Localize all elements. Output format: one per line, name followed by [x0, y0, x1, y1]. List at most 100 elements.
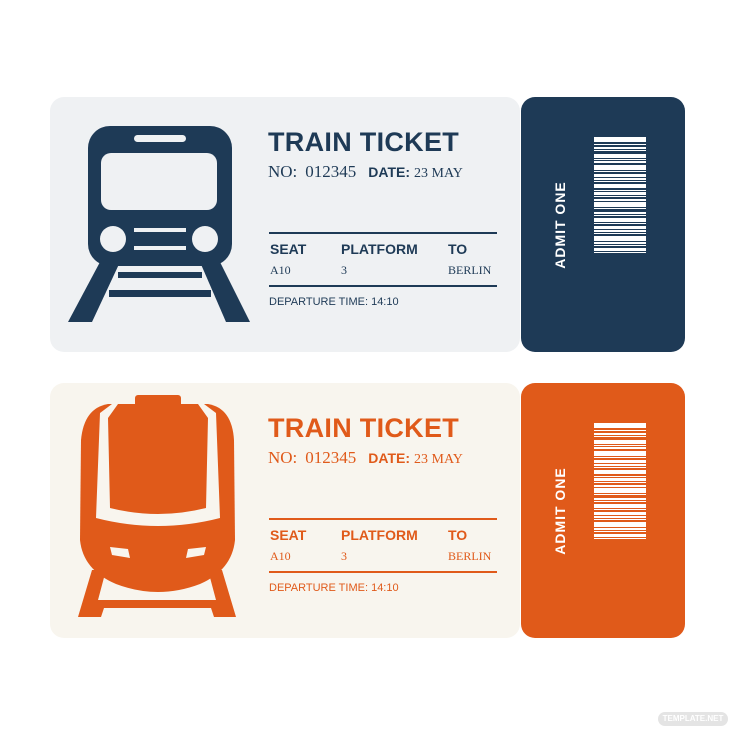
seat-value: A10: [270, 549, 291, 563]
barcode-icon: [594, 137, 646, 311]
barcode-bar: [594, 498, 646, 500]
barcode-bar: [594, 223, 646, 224]
ticket-1: TRAIN TICKET NO: 012345 DATE: 23 MAY SEAT P…: [50, 97, 520, 352]
barcode-bar: [594, 464, 646, 466]
barcode-bar: [594, 226, 646, 229]
to-header: TO: [448, 527, 468, 543]
barcode-bar: [594, 181, 646, 182]
barcode-bar: [594, 512, 646, 515]
barcode-bar: [594, 245, 646, 246]
barcode-bar: [594, 482, 646, 483]
barcode-bar: [594, 192, 646, 195]
barcode-bar: [594, 478, 646, 481]
platform-value: 3: [341, 263, 347, 277]
barcode-bar: [594, 199, 646, 201]
departure-time: DEPARTURE TIME: 14:10: [269, 582, 399, 594]
seat-value: A10: [270, 263, 291, 277]
barcode-bar: [594, 174, 646, 177]
barcode-bar: [594, 212, 646, 214]
barcode-bar: [594, 202, 646, 207]
barcode-bar: [594, 485, 646, 487]
barcode-bar: [594, 150, 646, 151]
barcode-bar: [594, 531, 646, 532]
barcode-bar: [594, 423, 646, 428]
barcode-bar: [594, 494, 646, 495]
barcode-bar: [594, 476, 646, 477]
barcode-bar: [594, 538, 646, 539]
ticket-number: 012345: [305, 448, 357, 467]
ticket-2-stub: ADMIT ONE: [521, 383, 685, 638]
ticket-2: TRAIN TICKET NO: 012345 DATE: 23 MAY SEAT P…: [50, 383, 520, 638]
date-label: DATE:: [368, 164, 411, 180]
barcode-bar: [594, 519, 646, 520]
barcode-bar: [594, 215, 646, 216]
barcode-bar: [594, 501, 646, 502]
to-value: BERLIN: [448, 263, 492, 277]
date-value: 23 MAY: [414, 452, 463, 467]
barcode-bar: [594, 184, 646, 188]
barcode-bar: [594, 137, 646, 142]
ticket-title: TRAIN TICKET: [268, 127, 460, 157]
barcode-bar: [594, 252, 646, 253]
barcode-bar: [594, 161, 646, 163]
barcode-bar: [594, 534, 646, 537]
divider: [269, 518, 497, 520]
barcode-bar: [594, 467, 646, 468]
barcode-bar: [594, 470, 646, 474]
barcode-bar: [594, 178, 646, 180]
barcode-bar: [594, 208, 646, 209]
barcode-bar: [594, 190, 646, 191]
barcode-bar: [594, 488, 646, 493]
to-value: BERLIN: [448, 549, 492, 563]
barcode-bar: [594, 445, 646, 446]
barcode-bar: [594, 440, 646, 444]
barcode-bar: [594, 171, 646, 172]
watermark: TEMPLATE.NET: [658, 712, 728, 726]
barcode-bar: [594, 457, 646, 458]
barcode-bar: [594, 242, 646, 244]
barcode-bar: [594, 218, 646, 222]
divider: [269, 285, 497, 287]
barcode-bar: [594, 460, 646, 463]
barcode-bar: [594, 528, 646, 530]
to-header: TO: [448, 241, 468, 257]
barcode-bar: [594, 147, 646, 149]
admit-one-label: ADMIT ONE: [552, 181, 568, 269]
ticket-1-stub: ADMIT ONE: [521, 97, 685, 352]
barcode-bar: [594, 522, 646, 527]
number-label: NO:: [268, 448, 298, 467]
seat-header: SEAT: [270, 527, 307, 543]
ticket-number: 012345: [305, 162, 357, 181]
platform-header: PLATFORM: [341, 527, 418, 543]
barcode-bar: [594, 451, 646, 456]
divider: [269, 232, 497, 234]
platform-header: PLATFORM: [341, 241, 418, 257]
barcode-bar: [594, 509, 646, 510]
barcode-bar: [594, 144, 646, 145]
barcode-bar: [594, 430, 646, 431]
barcode-bar: [594, 165, 646, 170]
departure-time: DEPARTURE TIME: 14:10: [269, 296, 399, 308]
date-label: DATE:: [368, 450, 411, 466]
ticket-number-line: NO: 012345 DATE: 23 MAY: [268, 162, 463, 182]
barcode-icon: [594, 423, 646, 597]
number-label: NO:: [268, 162, 298, 181]
platform-value: 3: [341, 549, 347, 563]
barcode-bar: [594, 196, 646, 197]
barcode-bar: [594, 516, 646, 518]
date-value: 23 MAY: [414, 166, 463, 181]
barcode-bar: [594, 154, 646, 158]
barcode-bar: [594, 230, 646, 232]
barcode-bar: [594, 433, 646, 435]
barcode-bar: [594, 436, 646, 437]
barcode-bar: [594, 504, 646, 508]
barcode-bar: [594, 159, 646, 160]
barcode-bar: [594, 248, 646, 251]
ticket-number-line: NO: 012345 DATE: 23 MAY: [268, 448, 463, 468]
barcode-bar: [594, 447, 646, 449]
ticket-title: TRAIN TICKET: [268, 413, 460, 443]
barcode-bar: [594, 236, 646, 241]
seat-header: SEAT: [270, 241, 307, 257]
barcode-bar: [594, 233, 646, 234]
divider: [269, 571, 497, 573]
